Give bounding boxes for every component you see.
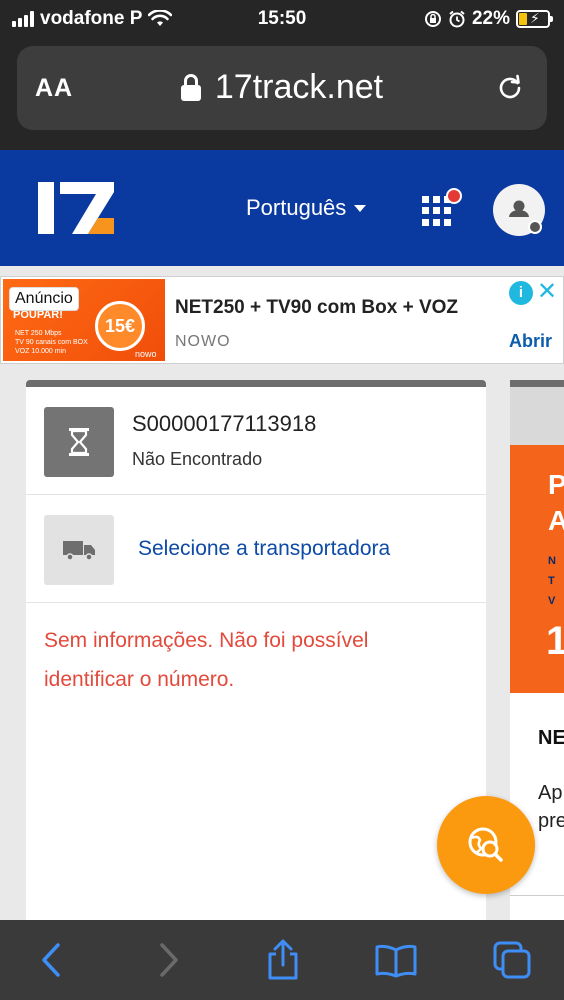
orientation-lock-icon — [424, 11, 441, 27]
side-card-top — [510, 387, 564, 445]
global-search-button[interactable] — [437, 796, 535, 894]
tabs-icon — [493, 941, 531, 979]
tabs-button[interactable] — [490, 938, 534, 982]
ad-image-price: 15€ — [95, 301, 145, 351]
close-icon[interactable]: ✕ — [537, 277, 557, 306]
bookmarks-button[interactable] — [374, 938, 418, 982]
carrier-row[interactable]: Selecione a transportadora — [26, 495, 486, 603]
tracking-result-card: S00000177113918 Não Encontrado Selecione… — [26, 380, 486, 940]
language-label: Português — [246, 195, 347, 220]
forward-button[interactable] — [146, 938, 190, 982]
ad-label-badge: Anúncio — [9, 287, 79, 311]
ad-open-button[interactable]: Abrir — [509, 331, 552, 352]
url-text: 17track.net — [214, 68, 384, 106]
caret-down-icon — [354, 204, 367, 212]
battery-icon: ⚡ — [516, 10, 553, 28]
status-right: 22% ⚡ — [424, 8, 553, 30]
browser-toolbar — [0, 920, 564, 1000]
side-card-heading: NE — [538, 727, 564, 749]
reload-icon[interactable] — [495, 72, 525, 102]
side-card-letter-1: P — [548, 469, 564, 501]
battery-percent: 22% — [471, 8, 510, 29]
notification-dot — [446, 188, 462, 204]
address-bar[interactable]: AA 17track.net — [17, 46, 547, 130]
ad-advertiser: NOWO — [175, 333, 231, 350]
carrier-icon-box — [44, 515, 114, 585]
lock-icon — [180, 73, 201, 102]
ad-image[interactable]: POUPAR! 15€ NET 250 Mbps TV 90 canais co… — [3, 279, 165, 361]
forward-icon — [160, 943, 178, 977]
globe-search-icon — [468, 827, 503, 862]
side-card-small-lines: N T V — [548, 555, 556, 607]
bookmarks-icon — [375, 944, 417, 978]
share-icon — [268, 939, 298, 980]
side-card-body: Ap pre — [538, 782, 564, 832]
side-card-image[interactable]: P A N T V 1 — [510, 445, 564, 693]
17track-logo[interactable]: 17 — [36, 178, 116, 238]
side-card-big-number: 1 — [546, 619, 564, 664]
tracking-summary-row[interactable]: S00000177113918 Não Encontrado — [26, 387, 486, 495]
side-card-letter-2: A — [548, 505, 564, 537]
status-bar: vodafone P 15:50 22% ⚡ — [0, 0, 564, 38]
share-button[interactable] — [261, 938, 305, 982]
divider — [510, 895, 564, 896]
hourglass-icon — [69, 428, 89, 456]
ad-banner[interactable]: POUPAR! 15€ NET 250 Mbps TV 90 canais co… — [0, 276, 564, 364]
language-selector[interactable]: Português — [246, 195, 367, 221]
ad-title[interactable]: NET250 + TV90 com Box + VOZ — [175, 297, 458, 319]
alarm-icon — [449, 10, 465, 28]
status-dot — [528, 220, 542, 234]
ad-image-lines: NET 250 Mbps TV 90 canais com BOX VOZ 10… — [15, 330, 88, 355]
logo-text: 17 — [36, 178, 38, 179]
info-icon[interactable]: i — [509, 281, 533, 305]
tracking-number: S00000177113918 — [132, 411, 317, 436]
back-button[interactable] — [30, 938, 74, 982]
back-icon — [42, 943, 60, 977]
url-field[interactable]: 17track.net — [17, 68, 547, 107]
status-icon-box — [44, 407, 114, 477]
site-header: 17 Português — [0, 150, 564, 266]
ad-image-brand: nowo — [135, 349, 157, 359]
tracking-status: Não Encontrado — [132, 449, 263, 469]
select-carrier-link[interactable]: Selecione a transportadora — [138, 537, 390, 561]
error-message: Sem informações. Não foi possível identi… — [44, 629, 369, 691]
truck-icon — [63, 541, 95, 561]
browser-chrome-top: vodafone P 15:50 22% ⚡ AA 17track.net — [0, 0, 564, 150]
